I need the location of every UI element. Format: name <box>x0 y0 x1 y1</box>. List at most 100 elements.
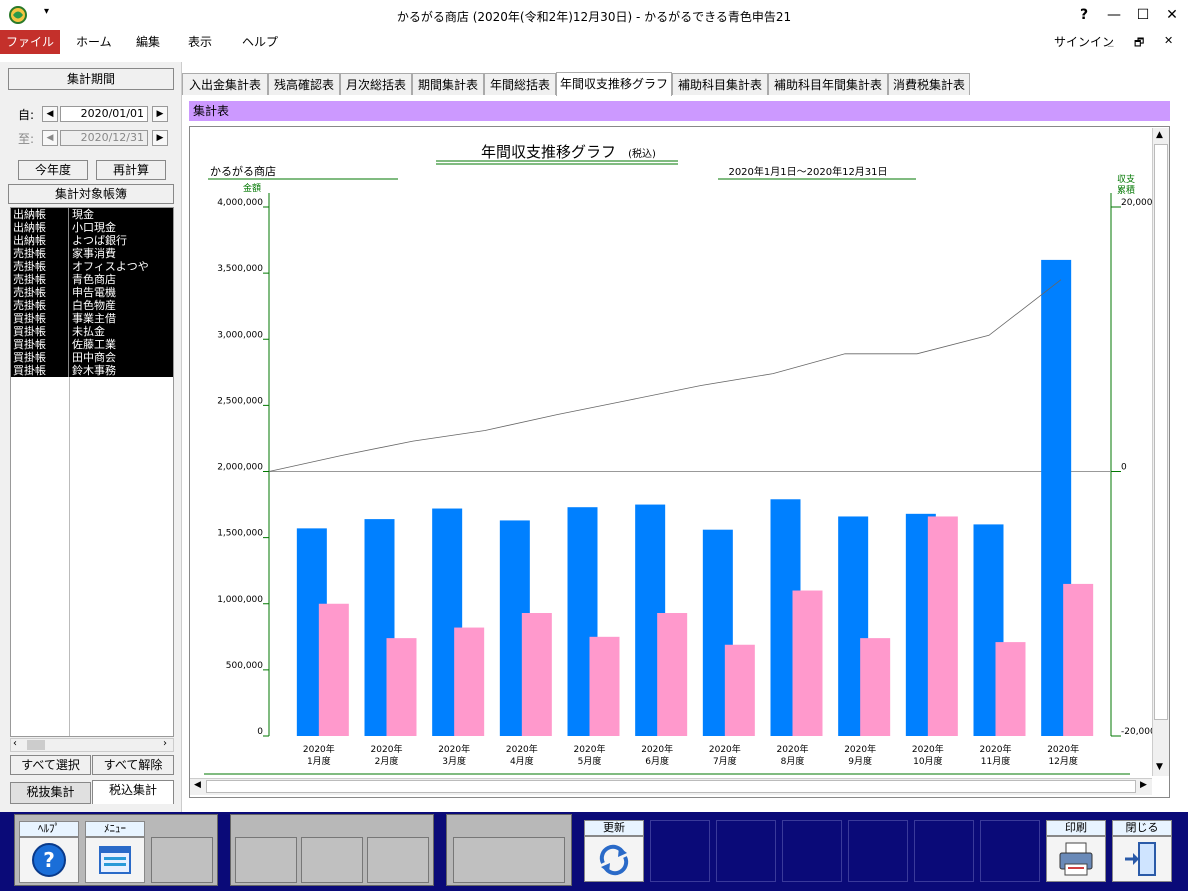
ribbon-restore-icon[interactable]: 🗗 <box>1134 34 1144 53</box>
minimize-button[interactable]: — <box>1102 4 1126 26</box>
ribbon-close-icon[interactable]: ✕ <box>1164 34 1173 47</box>
to-date-field[interactable]: 2020/12/31 <box>60 130 148 146</box>
chart-hscrollbar[interactable]: ◀ ▶ <box>190 778 1152 795</box>
this-year-button[interactable]: 今年度 <box>18 160 88 180</box>
ledger-type: 買掛帳 <box>11 312 69 325</box>
ledger-row[interactable]: 買掛帳 佐藤工業 <box>11 338 173 351</box>
refresh-toolbar-button[interactable] <box>584 836 644 882</box>
bar-series-2 <box>995 642 1026 736</box>
y-tick-label: 3,500,000 <box>217 264 263 274</box>
menu-file[interactable]: ファイル <box>0 30 60 54</box>
help-toolbar-button[interactable]: ? <box>19 837 79 883</box>
ledger-row[interactable]: 買掛帳 未払金 <box>11 325 173 338</box>
menu-toolbar-button[interactable] <box>85 837 145 883</box>
chart-vscrollbar[interactable]: ▲ ▼ <box>1152 128 1169 776</box>
menu-view[interactable]: 表示 <box>178 30 222 54</box>
maximize-button[interactable]: ☐ <box>1131 4 1155 26</box>
ledger-account: 鈴木事務 <box>72 364 116 377</box>
tab-sub-account-summary[interactable]: 補助科目集計表 <box>672 73 768 95</box>
ledger-type: 買掛帳 <box>11 338 69 351</box>
menu-window-icon <box>99 846 131 874</box>
ledger-hscrollbar[interactable]: ‹ › <box>10 738 174 752</box>
recalc-button[interactable]: 再計算 <box>96 160 166 180</box>
menu-help[interactable]: ヘルプ <box>232 30 288 54</box>
chart-company-name: かるがる商店 <box>210 164 276 178</box>
ledger-account: 家事消費 <box>72 247 116 260</box>
tab-consumption-tax[interactable]: 消費税集計表 <box>888 73 970 95</box>
ledger-list[interactable]: 出納帳 現金 出納帳 小口現金 出納帳 よつば銀行 売掛帳 家事消費 売掛帳 オフィスよつや 売掛帳… <box>10 207 174 737</box>
to-prev-arrow-icon[interactable]: ◀ <box>42 130 58 146</box>
help-toolbar-label: ﾍﾙﾌﾟ <box>19 821 79 837</box>
ribbon-minimize-icon[interactable]: _ <box>1108 34 1114 47</box>
ledger-account: 未払金 <box>72 325 105 338</box>
tab-period-summary[interactable]: 期間集計表 <box>412 73 484 95</box>
ledger-row[interactable]: 売掛帳 オフィスよつや <box>11 260 173 273</box>
tab-cashflow-summary[interactable]: 入出金集計表 <box>182 73 268 95</box>
hscroll-right-icon[interactable]: ▶ <box>1140 780 1147 790</box>
chart-title-suffix: (税込) <box>628 147 656 160</box>
hscroll-thumb[interactable] <box>206 780 1136 793</box>
x-tick-label-year: 2020年 <box>371 743 403 755</box>
menu-edit[interactable]: 編集 <box>126 30 170 54</box>
from-prev-arrow-icon[interactable]: ◀ <box>42 106 58 122</box>
ledger-row[interactable]: 出納帳 現金 <box>11 208 173 221</box>
ledger-account: 田中商会 <box>72 351 116 364</box>
ledger-row[interactable]: 売掛帳 青色商店 <box>11 273 173 286</box>
bar-series-2 <box>657 613 688 736</box>
select-all-button[interactable]: すべて選択 <box>10 755 91 775</box>
hscroll-left-icon[interactable]: ◀ <box>194 780 201 790</box>
deselect-all-button[interactable]: すべて解除 <box>92 755 174 775</box>
y2-tick-label: 20,000 <box>1121 198 1152 208</box>
y2-axis-title-line1: 収支 <box>1117 173 1135 185</box>
menu-home[interactable]: ホーム <box>66 30 122 54</box>
scroll-right-icon[interactable]: › <box>163 738 167 749</box>
scroll-down-icon[interactable]: ▼ <box>1156 762 1163 772</box>
close-button[interactable]: ✕ <box>1160 4 1184 26</box>
scroll-thumb[interactable] <box>27 740 45 750</box>
y-axis-title: 金額 <box>243 182 261 194</box>
tab-monthly-summary[interactable]: 月次総括表 <box>340 73 412 95</box>
print-toolbar-button[interactable] <box>1046 836 1106 882</box>
tax-included-tab[interactable]: 税込集計 <box>92 780 174 804</box>
from-next-arrow-icon[interactable]: ▶ <box>152 106 168 122</box>
exit-door-icon <box>1125 842 1156 876</box>
ledger-row[interactable]: 売掛帳 家事消費 <box>11 247 173 260</box>
scroll-up-icon[interactable]: ▲ <box>1156 130 1163 140</box>
vscroll-thumb[interactable] <box>1154 144 1168 720</box>
x-tick-label-year: 2020年 <box>980 743 1012 755</box>
x-tick-label-month: 11月度 <box>981 755 1010 767</box>
ledger-row[interactable]: 出納帳 小口現金 <box>11 221 173 234</box>
period-button[interactable]: 集計期間 <box>8 68 174 90</box>
tax-excluded-tab[interactable]: 税抜集計 <box>10 782 91 804</box>
y-tick-label: 1,500,000 <box>217 529 263 539</box>
ledger-account: 佐藤工業 <box>72 338 116 351</box>
report-tabs: 入出金集計表 残高確認表 月次総括表 期間集計表 年間総括表 年間収支推移グラフ… <box>182 72 1188 96</box>
ledger-row[interactable]: 買掛帳 事業主借 <box>11 312 173 325</box>
tab-sub-account-annual[interactable]: 補助科目年間集計表 <box>768 73 888 95</box>
ledger-row[interactable]: 売掛帳 申告電機 <box>11 286 173 299</box>
toolbar-dark-slot <box>782 820 842 882</box>
toolbar-dark-slot <box>848 820 908 882</box>
tab-balance-check[interactable]: 残高確認表 <box>268 73 340 95</box>
from-date-field[interactable]: 2020/01/01 <box>60 106 148 122</box>
tab-annual-trend-graph[interactable]: 年間収支推移グラフ <box>556 72 672 96</box>
ledger-row[interactable]: 売掛帳 白色物産 <box>11 299 173 312</box>
ledger-row[interactable]: 買掛帳 田中商会 <box>11 351 173 364</box>
ledger-row[interactable]: 買掛帳 鈴木事務 <box>11 364 173 377</box>
ledger-header[interactable]: 集計対象帳簿 <box>8 184 174 204</box>
toolbar-dark-slot <box>650 820 710 882</box>
left-panel: 集計期間 自: ◀ 2020/01/01 ▶ 至: ◀ 2020/12/31 ▶… <box>0 62 182 812</box>
to-next-arrow-icon[interactable]: ▶ <box>152 130 168 146</box>
toolbar-group-2 <box>230 814 434 886</box>
ledger-type: 出納帳 <box>11 234 69 247</box>
x-tick-label-year: 2020年 <box>506 743 538 755</box>
menu-bar: ファイル ホーム 編集 表示 ヘルプ サインイン _ 🗗 ✕ <box>0 30 1188 54</box>
close-toolbar-button[interactable] <box>1112 836 1172 882</box>
window-title: かるがる商店 (2020年(令和2年)12月30日) - かるがるできる青色申告… <box>396 10 792 24</box>
refresh-toolbar-label: 更新 <box>584 820 644 836</box>
ledger-account: 現金 <box>72 208 94 221</box>
help-icon[interactable]: ? <box>1072 4 1096 26</box>
ledger-row[interactable]: 出納帳 よつば銀行 <box>11 234 173 247</box>
scroll-left-icon[interactable]: ‹ <box>13 738 17 749</box>
tab-annual-summary[interactable]: 年間総括表 <box>484 73 556 95</box>
